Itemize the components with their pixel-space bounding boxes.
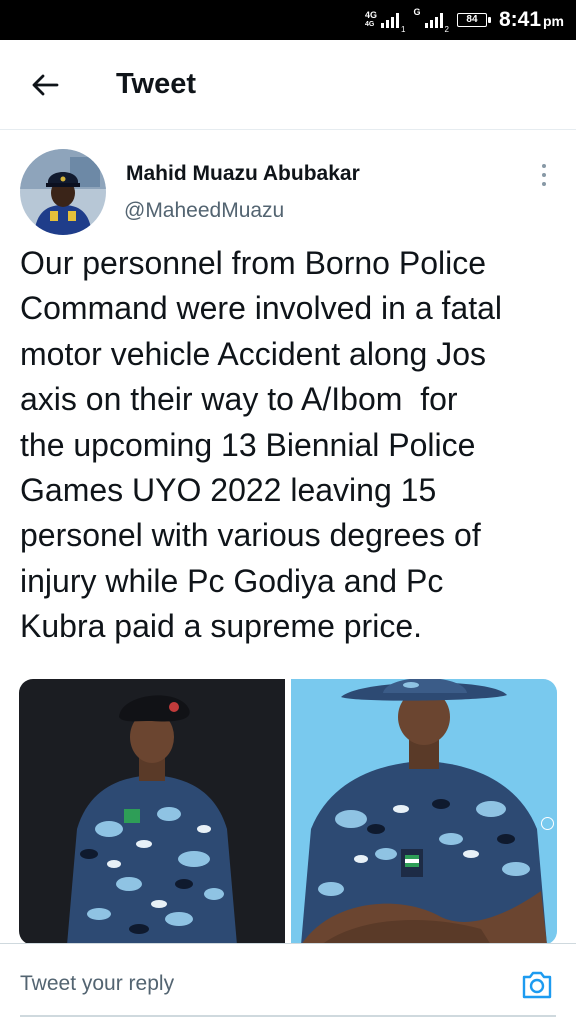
media-indicator-dot [541,817,554,830]
reply-input[interactable]: Tweet your reply [20,972,174,996]
clock: 8:41 pm [495,8,564,32]
network-type: 4G 4G [365,11,377,29]
sim2-number: 2 [444,25,449,34]
signal-icon [381,12,400,28]
officer-photo-1 [19,679,285,945]
more-vertical-icon [542,164,546,168]
clock-time: 8:41 [498,8,541,31]
author-handle[interactable]: @MaheedMuazu [124,199,284,223]
reply-bar: Tweet your reply [0,943,576,1024]
signal-icon-2 [424,12,443,28]
tweet-media [19,679,557,945]
tweet-text: Our personnel from Borno Police Command … [20,245,503,645]
sim1-number: 1 [401,25,406,34]
reply-input-underline [20,1015,556,1017]
network-label-2: 4G [365,21,375,28]
back-button[interactable] [26,66,64,104]
sim2-label: G [413,7,421,17]
page-title: Tweet [116,68,197,100]
officer-photo-2 [291,679,557,945]
author-name[interactable]: Mahid Muazu Abubakar [126,162,360,186]
media-photo-1[interactable] [19,679,285,945]
more-options-button[interactable] [530,159,558,191]
clock-suffix: pm [543,13,564,29]
media-photo-2[interactable] [291,679,557,945]
tweet-header: Tweet [0,40,576,130]
camera-button[interactable] [520,968,554,1002]
status-bar: 4G 4G 1 G 2 84 8:41 pm [0,0,576,40]
avatar-image [20,149,106,235]
avatar[interactable] [20,149,106,235]
network-label-1: 4G [365,10,378,20]
status-indicators: 4G 4G 1 G 2 84 8:41 pm [365,6,564,35]
camera-icon [522,971,552,999]
battery-icon: 84 [456,13,491,27]
arrow-left-icon [32,74,59,96]
